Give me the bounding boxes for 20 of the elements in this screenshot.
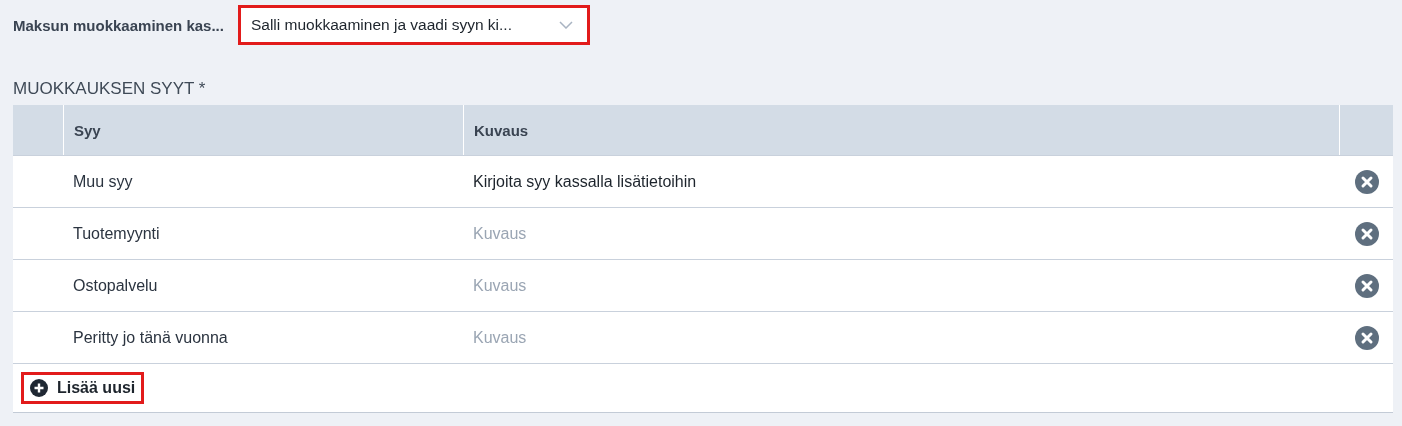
reason-text: Ostopalvelu [73,276,158,294]
setting-label: Maksun muokkaaminen kas... [13,16,224,34]
description-field[interactable]: Kuvaus [473,276,973,295]
plus-icon [30,379,48,397]
reason-text: Muu syy [73,172,133,190]
mode-select[interactable]: Salli muokkaaminen ja vaadi syyn ki... [237,5,590,45]
reason-text: Peritty jo tänä vuonna [73,328,228,346]
column-header: Syy [63,105,463,155]
description-field[interactable]: Kirjoita syy kassalla lisätietoihin [473,172,973,191]
section-title: MUOKKAUKSEN SYYT * [13,79,207,100]
description-field[interactable]: Kuvaus [473,224,973,243]
remove-icon[interactable] [1355,221,1379,246]
add-new-button[interactable]: Lisää uusi [21,372,145,404]
column-header: Kuvaus [463,105,1339,155]
caret-icon [558,21,573,29]
reason-text: Tuotemyynti [73,224,160,242]
description-field[interactable]: Kuvaus [473,328,973,347]
remove-icon[interactable] [1355,169,1379,194]
remove-icon[interactable] [1355,273,1379,298]
remove-icon[interactable] [1355,325,1379,350]
